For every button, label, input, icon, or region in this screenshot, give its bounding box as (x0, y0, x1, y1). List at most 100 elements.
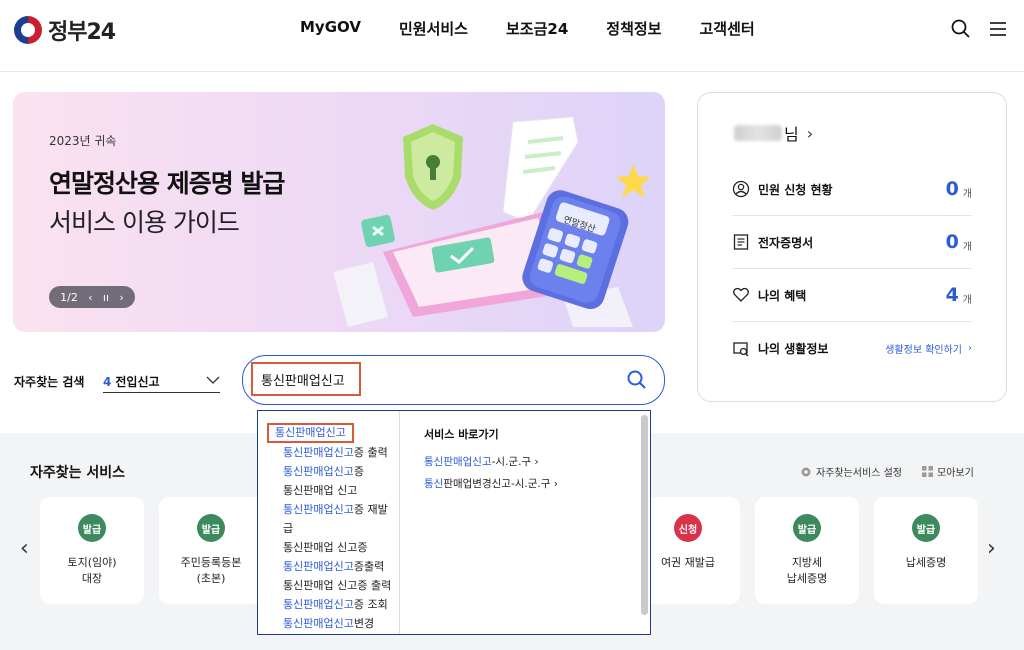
banner-next-icon[interactable]: › (119, 291, 123, 304)
shortcut-link[interactable]: 통신판매업변경신고-시.군.구 › (424, 473, 558, 495)
suggestion-match: 통신판매업신고 (283, 503, 354, 516)
banner-year: 2023년 귀속 (49, 134, 117, 148)
suggestion-match: 통신판매업신고 (283, 465, 354, 478)
shortcut-match: 통신 (424, 478, 444, 490)
banner-pause-icon[interactable]: ıı (103, 291, 109, 304)
service-label: 납세증명 (905, 556, 947, 569)
nav-mygov[interactable]: MyGOV (300, 18, 361, 39)
service-badge: 발급 (197, 514, 225, 542)
panel-row-my-benefits[interactable]: 나의 혜택 4 개 (732, 269, 972, 322)
suggestion-item[interactable]: 통신판매업신고증출력 (283, 557, 399, 576)
suggestion-item[interactable]: 통신판매업신고증 (283, 462, 399, 481)
service-label: 주민등록등본 (초본) (180, 556, 242, 585)
screen-search-icon (733, 341, 749, 356)
carousel-prev-icon[interactable]: ‹ (20, 536, 29, 561)
dropdown-scrollbar[interactable] (641, 415, 648, 615)
nav-subsidy24[interactable]: 보조금24 (506, 18, 568, 39)
count-unit: 개 (962, 188, 972, 200)
section-title: 자주찾는 서비스 (30, 465, 126, 481)
panel-row-e-certificates[interactable]: 전자증명서 0 개 (732, 216, 972, 269)
count-unit: 개 (962, 241, 972, 253)
hero-banner[interactable]: 2023년 귀속 연말정산용 제증명 발급 서비스 이용 가이드 1/2 ‹ ı… (13, 92, 665, 332)
view-all-label: 모아보기 (937, 468, 974, 479)
suggestion-item[interactable]: 통신판매업 신고증 출력 (283, 576, 399, 595)
suggestion-rest: 통신판매업 신고증 출력 (283, 579, 392, 592)
count-unit: 개 (962, 294, 972, 306)
panel-row-applications[interactable]: 민원 신청 현황 0 개 (732, 163, 972, 216)
suggestion-item[interactable]: 통신판매업 신고증 (283, 538, 399, 557)
search-input[interactable] (251, 362, 361, 396)
service-card[interactable]: 발급 토지(임야) 대장 (40, 497, 144, 604)
panel-row-life-info[interactable]: 나의 생활정보 생활정보 확인하기 › (732, 322, 972, 375)
e-certificate-count: 0 (945, 231, 959, 253)
site-logo[interactable]: 정부24 (14, 14, 116, 46)
panel-row-label: 나의 혜택 (758, 288, 807, 303)
banner-prev-icon[interactable]: ‹ (88, 291, 92, 304)
nav-policy-info[interactable]: 정책정보 (606, 18, 661, 39)
services-view-all-button[interactable]: 모아보기 (922, 464, 974, 479)
suggestion-item[interactable]: 통신판매업신고증 재발 (283, 500, 399, 519)
suggestion-rest: 통신판매업 신고증 (283, 541, 368, 554)
service-card[interactable]: 신청 여권 재발급 (636, 497, 740, 604)
service-badge: 발급 (793, 514, 821, 542)
search-icon[interactable] (950, 18, 972, 40)
shortcuts-heading: 서비스 바로가기 (424, 428, 499, 441)
suggestion-match: 통신판매업신고 (283, 446, 354, 459)
search-submit-icon[interactable] (626, 369, 648, 391)
carousel-next-icon[interactable]: › (987, 536, 996, 561)
services-settings-button[interactable]: 자주찾는서비스 설정 (800, 464, 902, 479)
shortcut-rest: 판매업변경신고-시.군.구 (443, 478, 551, 490)
suggestion-rest: 증출력 (353, 560, 385, 573)
user-circle-icon (732, 180, 750, 198)
suggestion-item[interactable]: 급 (283, 519, 399, 538)
service-card[interactable]: 발급 지방세 납세증명 (755, 497, 859, 604)
service-badge: 발급 (78, 514, 106, 542)
life-info-link[interactable]: 생활정보 확인하기 (885, 341, 962, 356)
suggestion-rest: 증 재발 (353, 503, 388, 516)
suggestion-rest: 증 조회 (353, 598, 388, 611)
nav-customer-center[interactable]: 고객센터 (699, 18, 754, 39)
user-panel: 님 › 민원 신청 현황 0 개 전자증명서 0 개 나의 혜택 4 개 나의 … (697, 92, 1007, 402)
suggestion-item[interactable]: 통신판매업 신고 (283, 481, 399, 500)
gear-icon (801, 467, 811, 476)
shortcut-link[interactable]: 통신판매업신고-시.군.구 › (424, 451, 558, 473)
logo-text: 정부24 (48, 20, 116, 45)
service-card[interactable]: 발급 납세증명 (874, 497, 978, 604)
heart-icon (733, 287, 749, 302)
suggestion-rest: 증 출력 (353, 446, 388, 459)
service-badge: 발급 (912, 514, 940, 542)
suggestion-match: 통신판매업신고 (283, 598, 354, 611)
suggestion-item[interactable]: 통신판매업신고변경 (283, 614, 399, 633)
banner-subtitle: 서비스 이용 가이드 (49, 208, 240, 237)
frequent-term: 전입신고 (115, 374, 160, 389)
panel-row-label: 전자증명서 (758, 235, 814, 250)
site-header: 정부24 MyGOV 민원서비스 보조금24 정책정보 고객센터 (0, 0, 1024, 72)
settings-label: 자주찾는서비스 설정 (816, 468, 902, 479)
service-badge: 신청 (674, 514, 702, 542)
suggestion-item[interactable]: 통신판매업신고증 출력 (283, 443, 399, 462)
suggestion-rest: 통신판매업 신고 (283, 484, 358, 497)
panel-row-label: 민원 신청 현황 (758, 182, 833, 197)
service-label: 토지(임야) 대장 (67, 556, 117, 585)
taegeuk-emblem-icon (14, 16, 42, 44)
service-label: 여권 재발급 (660, 556, 716, 569)
suggestion-match: 통신판매업신고 (283, 560, 354, 573)
service-card[interactable]: 발급 주민등록등본 (초본) (159, 497, 263, 604)
chevron-right-icon: › (968, 343, 972, 354)
user-profile-link[interactable]: 님 › (734, 121, 813, 145)
nav-civil-services[interactable]: 민원서비스 (399, 18, 468, 39)
suggestion-item[interactable]: 통신판매업신고증 조회 (283, 595, 399, 614)
search-autocomplete: 통신판매업신고 통신판매업신고증 출력 통신판매업신고증 통신판매업 신고 통신판매업신… (257, 410, 651, 635)
menu-icon[interactable] (987, 18, 1009, 40)
search-box (242, 355, 665, 405)
banner-pager: 1/2 ‹ ıı › (49, 286, 135, 308)
suggestion-item[interactable]: 통신판매업신고 (267, 411, 399, 443)
suggestion-rest: 증 (353, 465, 364, 478)
chevron-down-icon (206, 376, 220, 384)
frequent-search-select[interactable]: 4 전입신고 (103, 368, 220, 393)
panel-row-label: 나의 생활정보 (758, 342, 829, 356)
suggestion-match: 통신판매업신고 (275, 426, 346, 439)
chevron-right-icon: › (806, 123, 814, 143)
suggestion-rest: 급 (283, 522, 294, 535)
suggestion-match: 통신판매업신고 (283, 617, 354, 630)
